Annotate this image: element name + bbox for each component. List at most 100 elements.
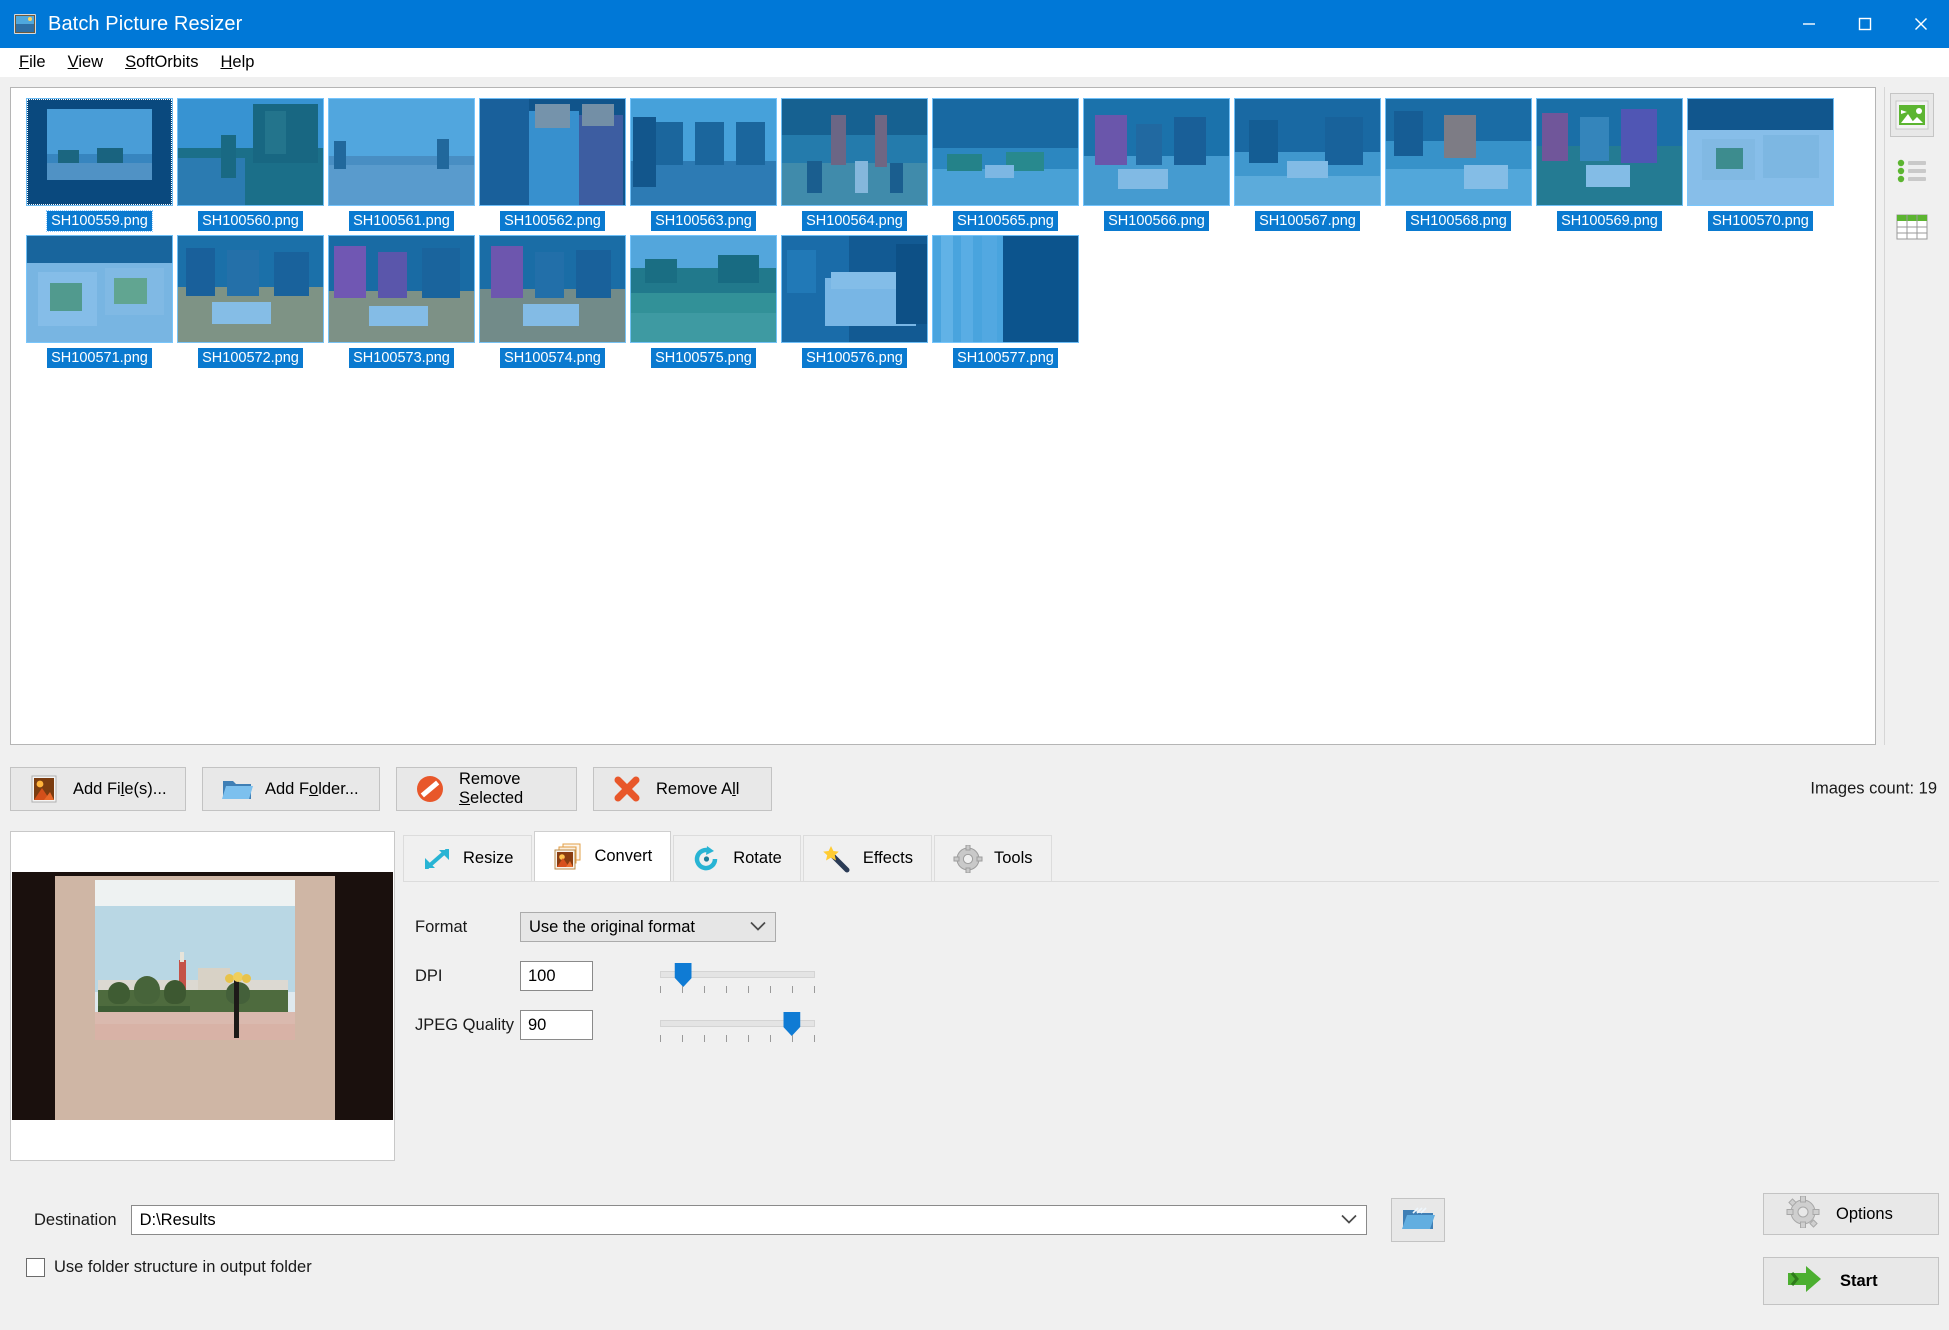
tab-zone: Resize Convert Rotate Effects Tools Form… bbox=[403, 831, 1939, 1190]
dpi-row: DPI 100 bbox=[415, 961, 1939, 993]
menu-help[interactable]: Help bbox=[209, 51, 265, 74]
gear-icon bbox=[953, 844, 983, 873]
details-view-button[interactable] bbox=[1890, 205, 1934, 249]
start-label: Start bbox=[1840, 1271, 1878, 1290]
maximize-button[interactable] bbox=[1837, 0, 1893, 48]
thumbnail-image[interactable] bbox=[932, 235, 1079, 344]
thumbnail-item[interactable]: SH100574.png bbox=[477, 235, 628, 369]
thumbnail-item[interactable]: SH100570.png bbox=[1685, 98, 1836, 232]
tab-effects-label: Effects bbox=[862, 849, 913, 867]
thumbnail-image[interactable] bbox=[932, 98, 1079, 206]
list-view-button[interactable] bbox=[1890, 149, 1934, 193]
thumbnail-item[interactable]: SH100571.png bbox=[24, 235, 175, 369]
remove-selected-button[interactable]: Remove Selected bbox=[396, 767, 577, 811]
use-folder-structure-checkbox[interactable] bbox=[26, 1258, 45, 1277]
thumbnail-filename: SH100575.png bbox=[651, 348, 756, 369]
thumbnail-image[interactable] bbox=[1687, 98, 1834, 206]
destination-input[interactable]: D:\Results bbox=[130, 1205, 1367, 1235]
add-folder-button[interactable]: Add Folder... bbox=[202, 767, 380, 811]
thumbnail-item[interactable]: SH100562.png bbox=[477, 98, 628, 232]
thumbnail-item[interactable]: SH100575.png bbox=[628, 235, 779, 369]
thumbnail-filename: SH100562.png bbox=[500, 211, 605, 232]
selection-overlay bbox=[781, 235, 928, 344]
menu-softorbits[interactable]: SoftOrbits bbox=[114, 51, 209, 74]
thumbnail-item[interactable]: SH100567.png bbox=[1232, 98, 1383, 232]
thumbnail-item[interactable]: SH100564.png bbox=[779, 98, 930, 232]
destination-label: Destination bbox=[34, 1210, 117, 1229]
thumbnail-item[interactable]: SH100561.png bbox=[326, 98, 477, 232]
thumbnail-image[interactable] bbox=[781, 98, 928, 206]
file-action-toolbar: Add File(s)... Add Folder... Remove Sele… bbox=[10, 757, 1939, 821]
dpi-slider-ticks bbox=[660, 986, 815, 993]
remove-all-button[interactable]: Remove All bbox=[593, 767, 772, 811]
thumbnail-image[interactable] bbox=[26, 235, 173, 344]
jpeg-quality-label: JPEG Quality bbox=[415, 1015, 515, 1034]
selection-overlay bbox=[479, 235, 626, 344]
jpeg-quality-input[interactable]: 90 bbox=[520, 1010, 593, 1040]
thumbnail-image[interactable] bbox=[328, 235, 475, 344]
options-button[interactable]: Options bbox=[1763, 1193, 1939, 1235]
selection-overlay bbox=[479, 98, 626, 206]
menu-bar: File View SoftOrbits Help bbox=[0, 48, 1949, 78]
format-row: Format Use the original format bbox=[415, 912, 1939, 942]
thumbnail-image[interactable] bbox=[328, 98, 475, 206]
browse-folder-button[interactable] bbox=[1390, 1198, 1445, 1242]
jpeg-slider-thumb[interactable] bbox=[783, 1012, 801, 1036]
start-button[interactable]: Start bbox=[1763, 1257, 1939, 1305]
thumbnail-item[interactable]: SH100573.png bbox=[326, 235, 477, 369]
tab-convert[interactable]: Convert bbox=[534, 831, 672, 881]
thumbnail-view-button[interactable] bbox=[1890, 93, 1934, 137]
thumbnail-item[interactable]: SH100572.png bbox=[175, 235, 326, 369]
selection-overlay bbox=[1234, 98, 1381, 206]
close-button[interactable] bbox=[1893, 0, 1949, 48]
dpi-slider-thumb[interactable] bbox=[674, 963, 692, 987]
thumbnail-item[interactable]: SH100576.png bbox=[779, 235, 930, 369]
thumbnail-item[interactable]: SH100560.png bbox=[175, 98, 326, 232]
thumbnail-image[interactable] bbox=[630, 235, 777, 344]
thumbnail-image[interactable] bbox=[479, 235, 626, 344]
thumbnail-item[interactable]: SH100568.png bbox=[1383, 98, 1534, 232]
tab-rotate-label: Rotate bbox=[733, 849, 782, 867]
dpi-slider[interactable] bbox=[660, 961, 815, 993]
dpi-input[interactable]: 100 bbox=[520, 961, 593, 991]
thumbnail-item[interactable]: SH100566.png bbox=[1081, 98, 1232, 232]
use-folder-structure-row[interactable]: Use folder structure in output folder bbox=[26, 1258, 1939, 1277]
tab-tools[interactable]: Tools bbox=[933, 835, 1052, 881]
thumbnail-item[interactable]: SH100563.png bbox=[628, 98, 779, 232]
thumbnail-item[interactable]: SH100565.png bbox=[930, 98, 1081, 232]
jpeg-quality-slider[interactable] bbox=[660, 1010, 815, 1042]
preview-image bbox=[12, 872, 393, 1120]
thumbnail-image[interactable] bbox=[177, 98, 324, 206]
window-controls bbox=[1781, 0, 1949, 48]
picture-icon bbox=[1895, 100, 1929, 130]
thumbnail-image[interactable] bbox=[479, 98, 626, 206]
thumbnail-item[interactable]: SH100559.png bbox=[24, 98, 175, 233]
thumbnail-item[interactable]: SH100569.png bbox=[1534, 98, 1685, 232]
thumbnail-image[interactable] bbox=[1083, 98, 1230, 206]
tab-effects[interactable]: Effects bbox=[802, 835, 932, 881]
list-icon bbox=[1897, 159, 1926, 183]
menu-view[interactable]: View bbox=[57, 51, 114, 74]
thumbnail-image[interactable] bbox=[630, 98, 777, 206]
thumbnail-image[interactable] bbox=[1385, 98, 1532, 206]
open-folder-icon bbox=[1401, 1204, 1435, 1237]
thumbnail-filename: SH100565.png bbox=[953, 211, 1058, 232]
thumbnail-image[interactable] bbox=[1234, 98, 1381, 206]
thumbnail-filename: SH100567.png bbox=[1255, 211, 1360, 232]
chevron-down-icon[interactable] bbox=[1340, 1211, 1357, 1230]
thumbnail-item[interactable]: SH100577.png bbox=[930, 235, 1081, 369]
add-files-button[interactable]: Add File(s)... bbox=[10, 767, 186, 811]
tab-rotate[interactable]: Rotate bbox=[673, 835, 801, 881]
chevron-down-icon bbox=[750, 918, 766, 937]
minimize-button[interactable] bbox=[1781, 0, 1837, 48]
thumbnail-image[interactable] bbox=[1536, 98, 1683, 206]
thumbnail-image[interactable] bbox=[177, 235, 324, 344]
format-select[interactable]: Use the original format bbox=[520, 912, 776, 942]
thumbnail-image[interactable] bbox=[781, 235, 928, 344]
thumbnail-image[interactable] bbox=[26, 98, 173, 206]
thumbnail-filename: SH100577.png bbox=[953, 348, 1058, 369]
jpeg-quality-value: 90 bbox=[528, 1015, 547, 1034]
menu-file[interactable]: File bbox=[8, 51, 57, 74]
thumbnail-panel[interactable]: SH100559.png SH100560.png SH100561.png SH10… bbox=[10, 87, 1876, 745]
tab-resize[interactable]: Resize bbox=[403, 835, 533, 881]
